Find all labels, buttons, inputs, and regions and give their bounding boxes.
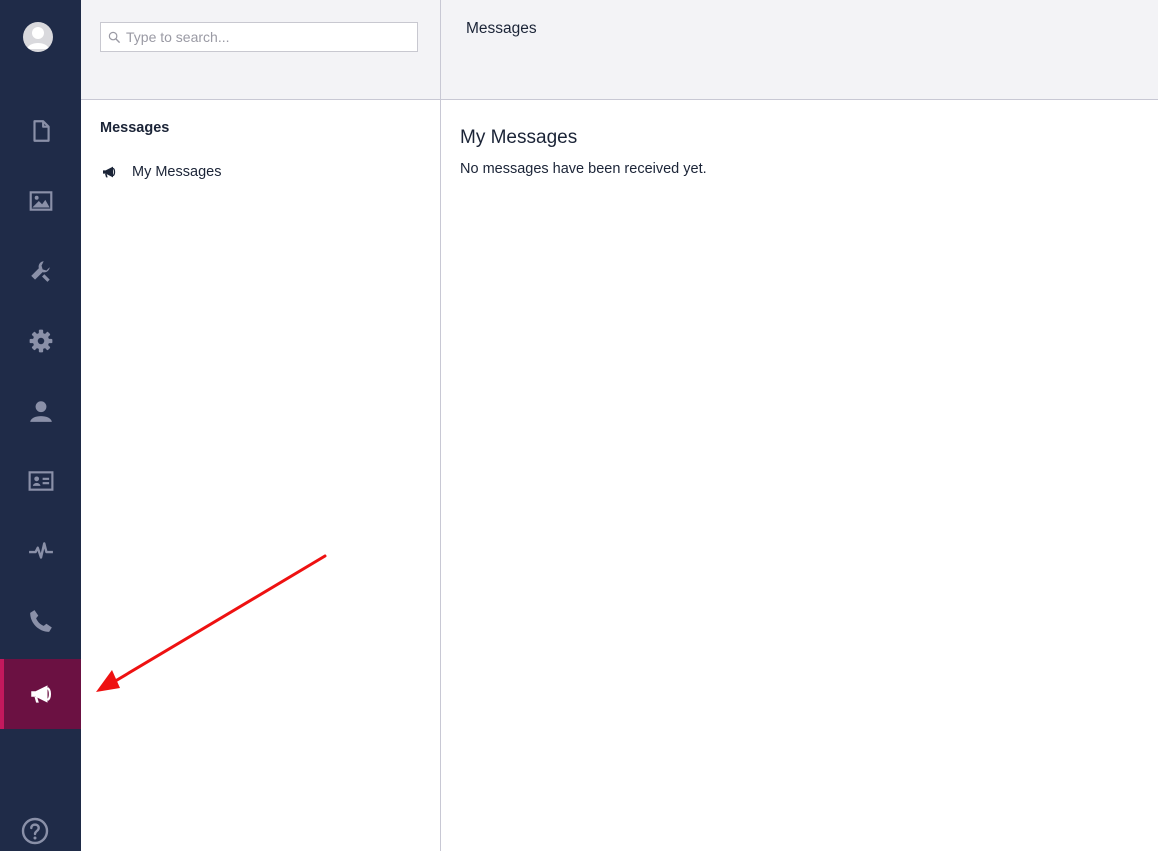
help-icon[interactable] bbox=[21, 817, 49, 845]
sidebar-item-messages[interactable] bbox=[0, 659, 81, 729]
document-icon bbox=[32, 120, 50, 142]
pulse-icon bbox=[28, 542, 53, 559]
main-header: Messages bbox=[441, 0, 1158, 100]
content-title: My Messages bbox=[460, 127, 578, 148]
sidebar-item-members[interactable] bbox=[0, 446, 81, 516]
sidebar-item-content[interactable] bbox=[0, 96, 81, 166]
user-icon bbox=[29, 401, 52, 422]
sidebar-item-contact[interactable] bbox=[0, 586, 81, 656]
sidebar-item-developer[interactable] bbox=[0, 306, 81, 376]
megaphone-icon bbox=[30, 685, 51, 703]
page-title: Messages bbox=[466, 20, 537, 37]
id-card-icon bbox=[28, 471, 53, 491]
search-box[interactable] bbox=[100, 22, 418, 52]
tree-section-title: Messages bbox=[100, 120, 170, 136]
main-sidebar bbox=[0, 0, 81, 851]
picture-icon bbox=[29, 191, 52, 211]
column-divider bbox=[440, 0, 441, 851]
sidebar-item-media[interactable] bbox=[0, 166, 81, 236]
phone-icon bbox=[29, 610, 52, 632]
tree-panel: Messages My Messages bbox=[81, 100, 440, 851]
sidebar-item-analytics[interactable] bbox=[0, 516, 81, 586]
sidebar-item-settings[interactable] bbox=[0, 236, 81, 306]
tree-item-my-messages[interactable]: My Messages bbox=[100, 164, 221, 180]
wrench-icon bbox=[30, 261, 50, 282]
empty-state-text: No messages have been received yet. bbox=[460, 161, 707, 177]
sidebar-item-users[interactable] bbox=[0, 376, 81, 446]
tree-header bbox=[81, 0, 440, 100]
search-icon bbox=[108, 31, 121, 43]
megaphone-icon bbox=[103, 166, 116, 178]
tree-item-label: My Messages bbox=[132, 164, 222, 180]
search-input[interactable] bbox=[126, 29, 417, 45]
user-avatar-icon[interactable] bbox=[23, 22, 53, 52]
gear-icon bbox=[29, 329, 52, 353]
